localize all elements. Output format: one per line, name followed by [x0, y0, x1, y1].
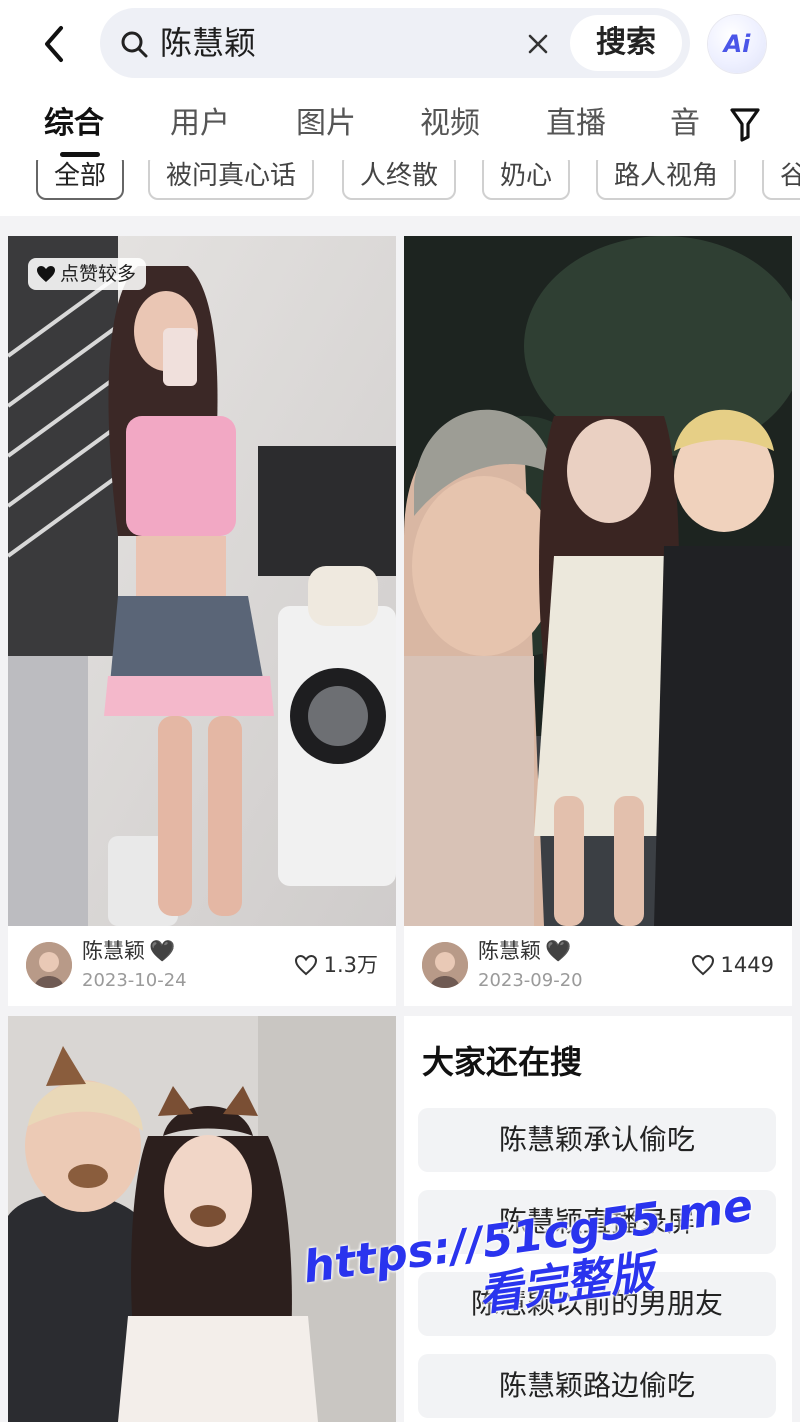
related-search-item[interactable]: 陈慧颖直播录屏 — [418, 1190, 776, 1254]
chip-milk-heart[interactable]: 奶心 — [482, 160, 571, 200]
chip-passerby-view[interactable]: 路人视角 — [596, 160, 737, 200]
black-heart-icon: 🖤 — [149, 939, 176, 963]
back-button[interactable] — [30, 20, 78, 68]
chip-truth-question[interactable]: 被问真心话 — [148, 160, 315, 200]
tab-comprehensive[interactable]: 综合 — [44, 106, 104, 142]
heart-outline-icon — [691, 954, 714, 976]
active-tab-indicator — [60, 152, 100, 157]
couple-photo-image — [8, 1016, 396, 1422]
selfie-photo-image — [8, 236, 396, 926]
tab-live[interactable]: 直播 — [546, 106, 606, 142]
popular-badge: 点赞较多 — [28, 258, 147, 290]
ai-assistant-button[interactable]: Ai — [708, 15, 766, 73]
author-name: 陈慧颖 — [478, 939, 541, 963]
avatar[interactable] — [26, 942, 72, 988]
heart-outline-icon — [294, 954, 317, 976]
avatar[interactable] — [422, 942, 468, 988]
post-card[interactable]: 陈慧颖 🖤 2023-09-20 1449 — [404, 236, 792, 1006]
ai-icon-label: Ai — [723, 30, 751, 58]
chevron-left-icon — [45, 26, 63, 62]
related-searches-title: 大家还在搜 — [422, 1043, 583, 1081]
like-count: 1449 — [720, 953, 774, 977]
tab-videos[interactable]: 视频 — [420, 106, 480, 142]
author-name: 陈慧颖 — [82, 939, 145, 963]
post-photo[interactable] — [404, 236, 792, 926]
post-author[interactable]: 陈慧颖 🖤 — [478, 938, 571, 964]
chip-all[interactable]: 全部 — [36, 160, 125, 200]
group-photo-image — [404, 236, 792, 926]
related-searches-card: 大家还在搜 陈慧颖承认偷吃 陈慧颖直播录屏 陈慧颖以前的男朋友 陈慧颖路边偷吃 — [404, 1016, 792, 1422]
chip-people-part[interactable]: 人终散 — [342, 160, 457, 200]
like-count: 1.3万 — [323, 953, 378, 977]
post-card[interactable] — [8, 1016, 396, 1422]
post-photo[interactable] — [8, 1016, 396, 1422]
post-photo[interactable] — [8, 236, 396, 926]
filter-icon[interactable] — [728, 104, 762, 144]
tab-bar: 综合 用户 图片 视频 直播 音 — [0, 88, 800, 160]
tab-images[interactable]: 图片 — [296, 106, 356, 142]
post-date: 2023-09-20 — [478, 970, 583, 991]
avatar-image — [26, 942, 72, 988]
close-icon — [528, 34, 548, 54]
search-icon — [121, 31, 148, 58]
search-query-text: 陈慧颖 — [160, 24, 257, 62]
post-meta: 陈慧颖 🖤 2023-10-24 1.3万 — [8, 928, 396, 1006]
clear-search-button[interactable] — [522, 28, 554, 60]
search-button[interactable]: 搜索 — [570, 15, 682, 71]
heart-filled-icon — [37, 266, 55, 282]
post-date: 2023-10-24 — [82, 970, 187, 991]
related-search-item[interactable]: 陈慧颖路边偷吃 — [418, 1354, 776, 1418]
like-button[interactable]: 1449 — [691, 952, 774, 978]
popular-badge-label: 点赞较多 — [60, 263, 137, 285]
black-heart-icon: 🖤 — [545, 939, 572, 963]
related-search-item[interactable]: 陈慧颖以前的男朋友 — [418, 1272, 776, 1336]
like-button[interactable]: 1.3万 — [294, 952, 378, 978]
filter-chip-row: 全部 被问真心话 人终散 奶心 路人视角 谷 — [0, 160, 800, 216]
chip-more[interactable]: 谷 — [762, 160, 800, 200]
related-search-item[interactable]: 陈慧颖承认偷吃 — [418, 1108, 776, 1172]
post-card[interactable]: 点赞较多 陈慧颖 🖤 2023-10-24 1.3万 — [8, 236, 396, 1006]
post-author[interactable]: 陈慧颖 🖤 — [82, 938, 175, 964]
top-bar: 陈慧颖 搜索 Ai — [0, 0, 800, 88]
post-meta: 陈慧颖 🖤 2023-09-20 1449 — [404, 928, 792, 1006]
avatar-image — [422, 942, 468, 988]
tab-music[interactable]: 音 — [670, 106, 700, 142]
search-input[interactable]: 陈慧颖 搜索 — [100, 8, 690, 78]
tab-users[interactable]: 用户 — [170, 106, 230, 142]
